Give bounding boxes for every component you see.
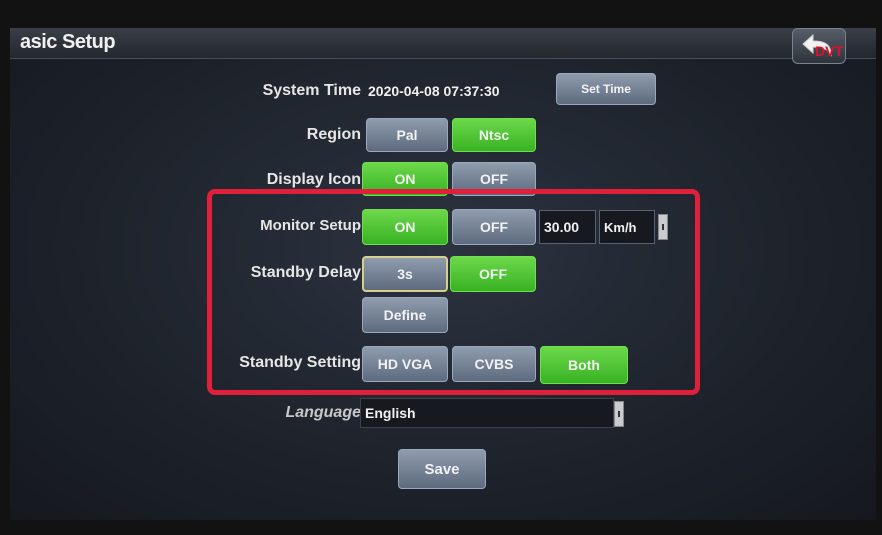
system-time-label: System Time — [262, 82, 361, 99]
set-time-button[interactable]: Set Time — [556, 73, 656, 105]
back-badge: DVT — [815, 43, 843, 59]
title-bar: asic Setup — [10, 28, 876, 59]
language-spinner[interactable] — [614, 401, 624, 427]
language-select[interactable]: English — [360, 398, 614, 428]
back-button[interactable]: DVT — [792, 28, 846, 64]
language-label: Language — [285, 404, 361, 421]
highlight-box — [207, 189, 700, 395]
page-title: asic Setup — [20, 31, 116, 53]
region-ntsc-button[interactable]: Ntsc — [452, 118, 536, 152]
region-pal-button[interactable]: Pal — [366, 118, 448, 152]
save-button[interactable]: Save — [398, 449, 486, 489]
system-time-value: 2020-04-08 07:37:30 — [368, 83, 500, 99]
region-label: Region — [306, 126, 361, 143]
display-icon-label: Display Icon — [266, 171, 361, 188]
